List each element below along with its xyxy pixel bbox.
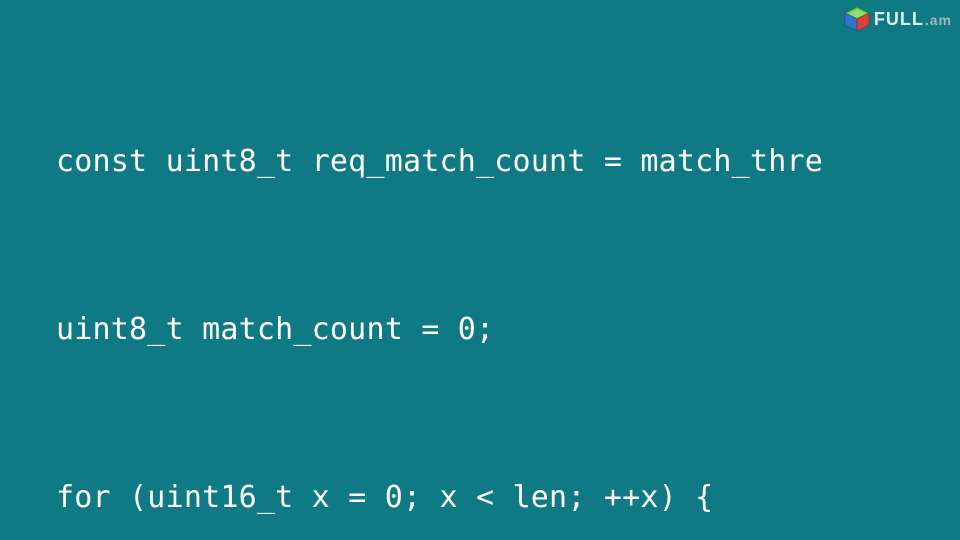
watermark-text: FULL . am xyxy=(874,9,952,30)
code-line: const uint8_t req_match_count = match_th… xyxy=(56,134,960,190)
code-text: for (uint16_t x = 0; x < len; ++x) { xyxy=(56,480,713,515)
watermark-main: FULL xyxy=(874,9,924,30)
code-line: uint8_t match_count = 0; xyxy=(56,302,960,358)
code-block: const uint8_t req_match_count = match_th… xyxy=(56,22,960,540)
watermark-logo: FULL . am xyxy=(844,6,952,32)
code-text: uint8_t match_count = 0; xyxy=(56,312,494,347)
code-text: const uint8_t req_match_count = match_th… xyxy=(56,144,823,179)
code-line: for (uint16_t x = 0; x < len; ++x) { xyxy=(56,470,960,526)
cube-icon xyxy=(844,6,870,32)
watermark-tld: am xyxy=(930,12,952,28)
